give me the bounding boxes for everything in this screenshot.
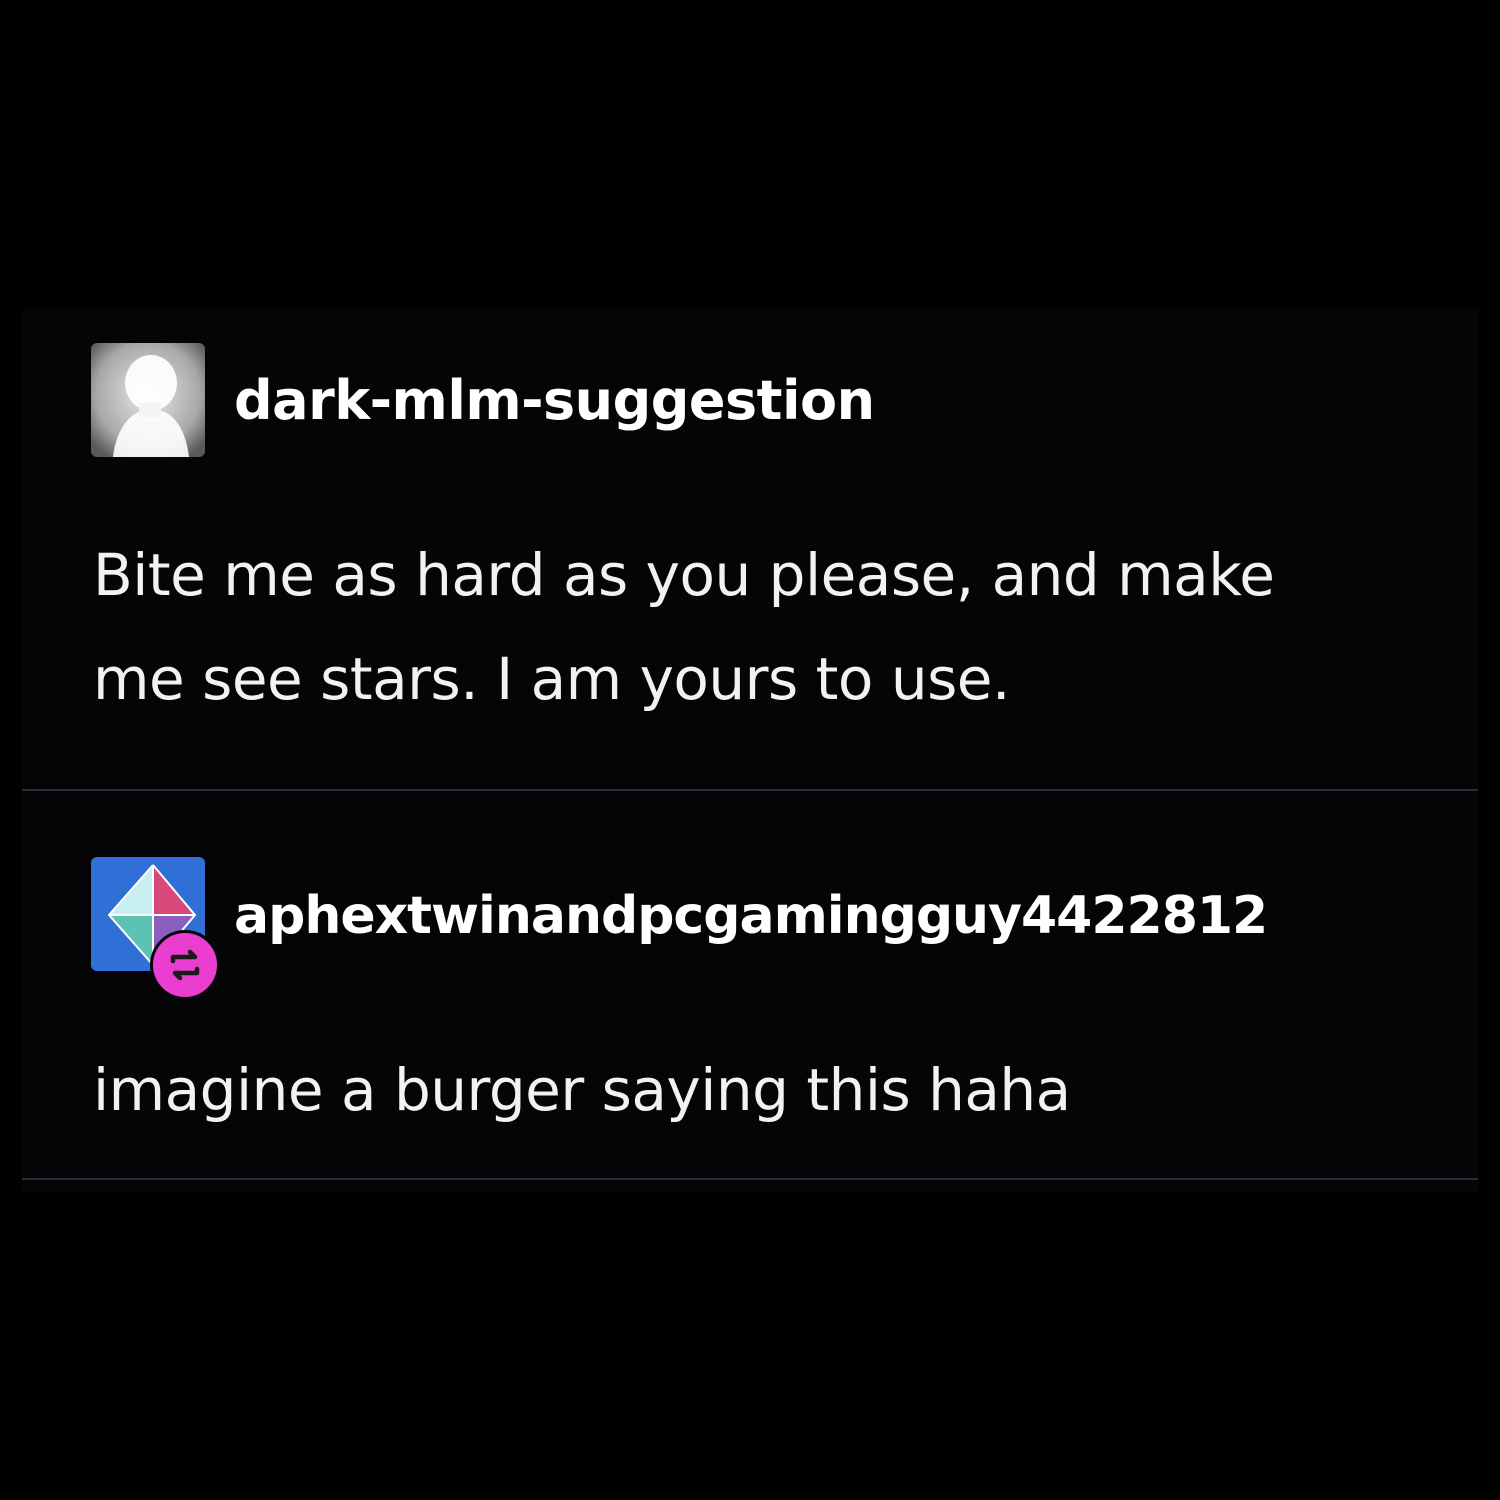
username[interactable]: dark-mlm-suggestion xyxy=(234,369,875,433)
divider xyxy=(22,1178,1478,1180)
post-text: Bite me as hard as you please, and make … xyxy=(93,541,1275,713)
post-thread: dark-mlm-suggestion Bite me as hard as y… xyxy=(22,308,1478,1193)
post-original: dark-mlm-suggestion Bite me as hard as y… xyxy=(22,308,1478,790)
reblog-icon xyxy=(150,930,220,1000)
silhouette-avatar-icon[interactable] xyxy=(91,343,205,457)
post-reply: aphextwinandpcgamingguy4422812 imagine a… xyxy=(22,790,1478,1180)
username[interactable]: aphextwinandpcgamingguy4422812 xyxy=(234,884,1268,948)
post-text: imagine a burger saying this haha xyxy=(93,1056,1071,1124)
